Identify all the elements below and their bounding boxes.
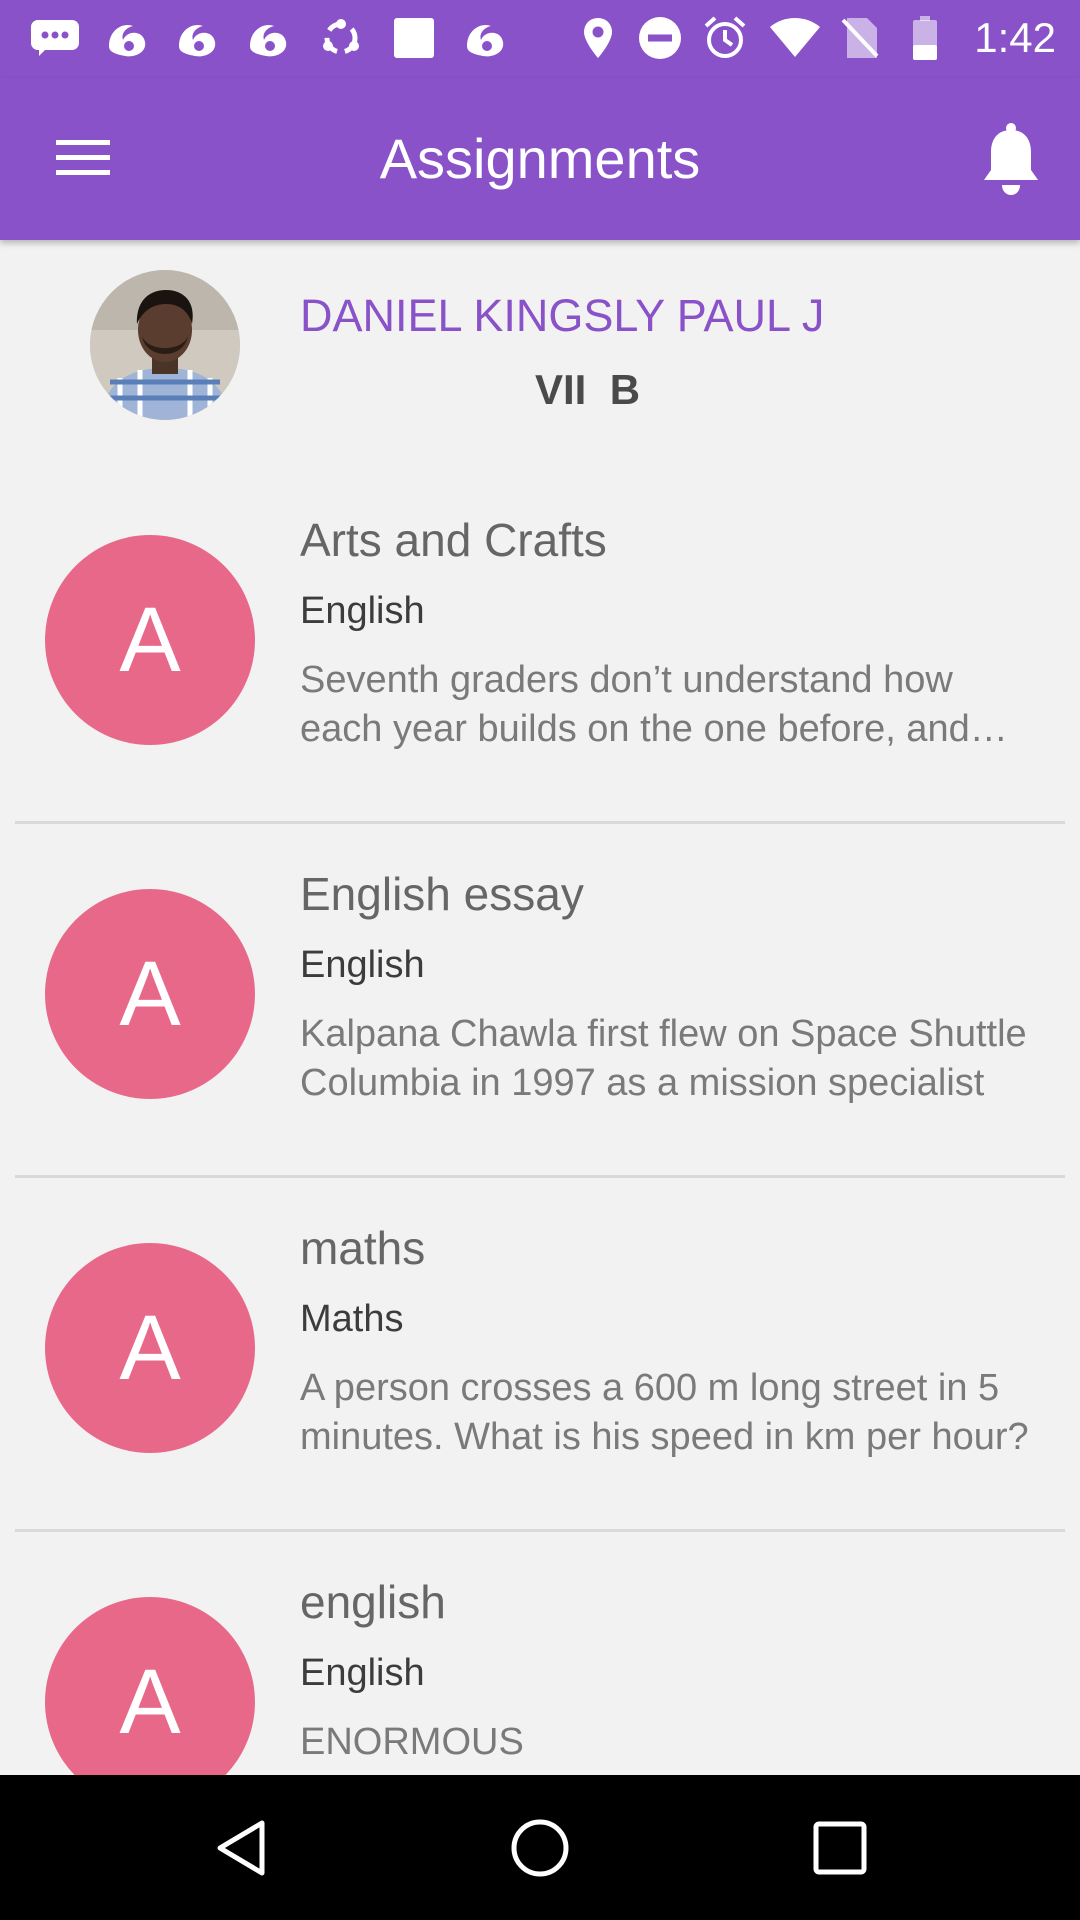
location-icon	[580, 16, 616, 60]
home-icon	[511, 1819, 569, 1876]
status-bar: 1:42	[0, 0, 1080, 78]
message-icon	[28, 16, 82, 60]
assignment-avatar: A	[45, 889, 255, 1099]
uc-browser-icon	[460, 16, 510, 60]
list-item[interactable]: A english English ENORMOUS	[0, 1532, 1080, 1775]
do-not-disturb-icon	[638, 16, 682, 60]
assignment-title: English essay	[300, 868, 584, 920]
back-icon	[217, 1820, 265, 1875]
home-button[interactable]	[460, 1775, 620, 1920]
assignment-title: maths	[300, 1222, 426, 1274]
assignment-list: A Arts and Crafts English Seventh grader…	[0, 470, 1080, 1775]
list-item[interactable]: A English essay English Kalpana Chawla f…	[0, 824, 1080, 1178]
uc-browser-icon	[243, 16, 293, 60]
assignment-description: Seventh graders don’t understand how eac…	[300, 659, 970, 750]
assignment-avatar: A	[45, 535, 255, 745]
class-section: VII B	[535, 366, 641, 413]
bell-icon	[984, 123, 1038, 195]
assignment-avatar: A	[45, 1243, 255, 1453]
assignment-subject: English	[300, 1652, 425, 1694]
list-item[interactable]: A Arts and Crafts English Seventh grader…	[0, 470, 1080, 824]
notifications-button[interactable]	[966, 114, 1056, 204]
page-title: Assignments	[379, 127, 701, 190]
assignment-description: ENORMOUS	[300, 1721, 524, 1763]
assignment-subject: English	[300, 590, 425, 632]
back-button[interactable]	[160, 1775, 320, 1920]
wifi-icon	[768, 16, 822, 60]
assignment-title: Arts and Crafts	[300, 514, 607, 566]
status-time: 1:42	[974, 14, 1056, 61]
battery-icon	[910, 16, 940, 60]
assignment-title: english	[300, 1576, 446, 1628]
list-item[interactable]: A maths Maths A person crosses a 600 m l…	[0, 1178, 1080, 1532]
uc-browser-icon	[102, 16, 152, 60]
sync-icon	[318, 16, 364, 60]
assignment-subject: English	[300, 944, 425, 986]
assignment-description: A person crosses a 600 m long street in …	[300, 1367, 1029, 1458]
assignment-avatar: A	[45, 1597, 255, 1775]
assignment-subject: Maths	[300, 1298, 404, 1340]
app-bar: Assignments	[0, 78, 1080, 240]
recents-icon	[813, 1821, 867, 1874]
avatar[interactable]	[90, 270, 240, 420]
square-icon	[392, 16, 436, 60]
assignment-description: Kalpana Chawla first flew on Space Shutt…	[300, 1013, 1027, 1104]
recents-button[interactable]	[760, 1775, 920, 1920]
no-sim-icon	[840, 16, 880, 60]
alarm-icon	[702, 16, 748, 60]
student-name: DANIEL KINGSLY PAUL J	[300, 290, 825, 341]
navigation-bar	[0, 1775, 1080, 1920]
student-profile: DANIEL KINGSLY PAUL J VII B	[0, 240, 1080, 470]
uc-browser-icon	[172, 16, 222, 60]
